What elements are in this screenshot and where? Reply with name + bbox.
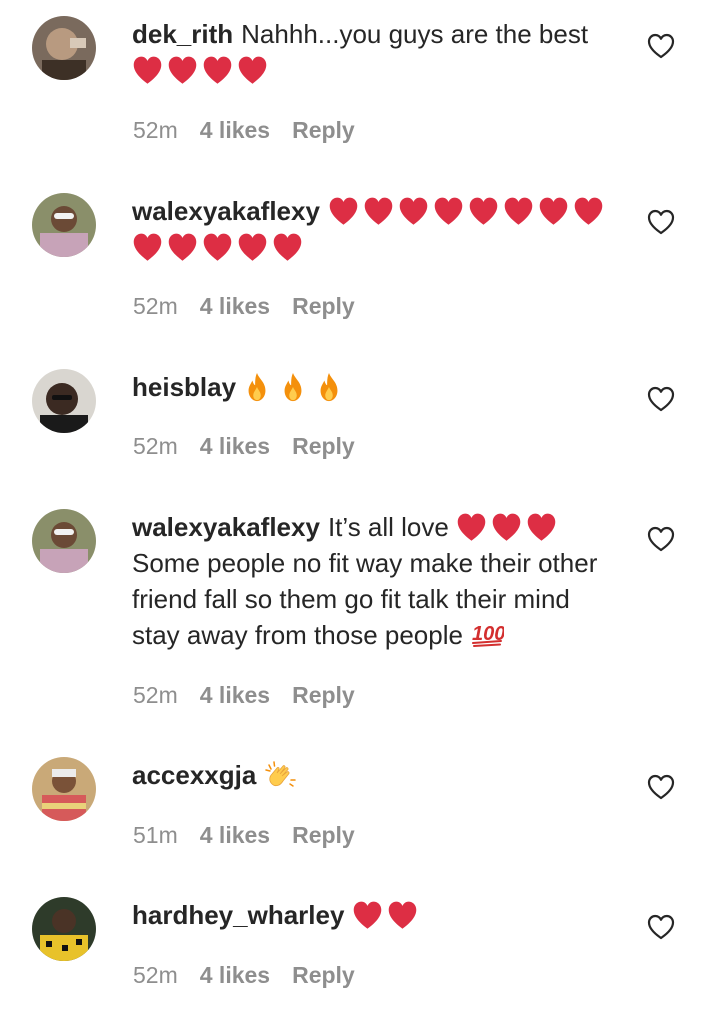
reply-button[interactable]: Reply: [292, 293, 355, 319]
heart-emoji-icon: [167, 55, 198, 85]
heart-emoji-icon: [237, 55, 268, 85]
comment-meta: 52m 4 likes Reply: [133, 116, 377, 144]
comment-likes[interactable]: 4 likes: [200, 433, 270, 459]
comment-meta: 52m 4 likes Reply: [133, 292, 377, 320]
comment-username[interactable]: heisblay: [132, 372, 236, 402]
profile-avatar-icon: [32, 369, 96, 433]
heart-emoji-icon: [456, 512, 487, 542]
comment-text-block: dek_rith Nahhh...you guys are the best: [132, 16, 622, 88]
comment-meta: 52m 4 likes Reply: [133, 681, 377, 709]
heart-emoji-icon: [573, 196, 604, 226]
hundred-points-emoji-icon: [470, 620, 504, 648]
heart-outline-icon[interactable]: [647, 33, 675, 59]
heart-emoji-icon: [352, 900, 383, 930]
avatar[interactable]: [32, 897, 96, 961]
fire-emoji-icon: [280, 372, 306, 402]
reply-button[interactable]: Reply: [292, 433, 355, 459]
heart-emoji-icon: [468, 196, 499, 226]
comment-username[interactable]: dek_rith: [132, 19, 233, 49]
comment-likes[interactable]: 4 likes: [200, 822, 270, 848]
heart-outline-icon[interactable]: [647, 774, 675, 800]
heart-emoji-icon: [433, 196, 464, 226]
profile-avatar-icon: [32, 509, 96, 573]
heart-emoji-icon: [272, 232, 303, 262]
heart-emoji-icon: [202, 232, 233, 262]
reply-button[interactable]: Reply: [292, 962, 355, 988]
profile-avatar-icon: [32, 897, 96, 961]
comment-text-block: hardhey_wharley: [132, 897, 622, 933]
comment-meta: 52m 4 likes Reply: [133, 432, 377, 460]
comment-time: 51m: [133, 822, 178, 848]
heart-outline-icon[interactable]: [647, 914, 675, 940]
avatar[interactable]: [32, 16, 96, 80]
comment-emoji: [132, 55, 272, 85]
reply-button[interactable]: Reply: [292, 822, 355, 848]
comment-username[interactable]: walexyakaflexy: [132, 196, 320, 226]
comment-username[interactable]: accexxgja: [132, 760, 256, 790]
heart-emoji-icon: [132, 55, 163, 85]
comment-time: 52m: [133, 293, 178, 319]
heart-emoji-icon: [538, 196, 569, 226]
comment-meta: 52m 4 likes Reply: [133, 961, 377, 989]
comment-username[interactable]: walexyakaflexy: [132, 512, 320, 542]
comment-likes[interactable]: 4 likes: [200, 682, 270, 708]
heart-emoji-icon: [132, 232, 163, 262]
comment-likes[interactable]: 4 likes: [200, 293, 270, 319]
heart-emoji-icon: [398, 196, 429, 226]
reply-button[interactable]: Reply: [292, 682, 355, 708]
comment-likes[interactable]: 4 likes: [200, 117, 270, 143]
comment-time: 52m: [133, 962, 178, 988]
comment-text: Nahhh...you guys are the best: [241, 19, 589, 49]
comment-text-block: walexyakaflexy: [132, 193, 622, 265]
comment-likes[interactable]: 4 likes: [200, 962, 270, 988]
fire-emoji-icon: [316, 372, 342, 402]
comment-text-block: walexyakaflexy It’s all love Some people …: [132, 509, 622, 653]
heart-emoji-icon: [328, 196, 359, 226]
profile-avatar-icon: [32, 757, 96, 821]
comment-emoji: [456, 512, 561, 542]
profile-avatar-icon: [32, 193, 96, 257]
heart-outline-icon[interactable]: [647, 526, 675, 552]
avatar[interactable]: [32, 757, 96, 821]
comment-username[interactable]: hardhey_wharley: [132, 900, 344, 930]
heart-outline-icon[interactable]: [647, 209, 675, 235]
profile-avatar-icon: [32, 16, 96, 80]
clapping-hands-emoji-icon: [264, 760, 296, 792]
heart-emoji-icon: [363, 196, 394, 226]
comment-text-block: heisblay: [132, 369, 622, 405]
comment-text: It’s all love: [327, 512, 449, 542]
comment-meta: 51m 4 likes Reply: [133, 821, 377, 849]
comment-emoji: [352, 900, 422, 930]
comment-time: 52m: [133, 682, 178, 708]
avatar[interactable]: [32, 193, 96, 257]
heart-emoji-icon: [237, 232, 268, 262]
reply-button[interactable]: Reply: [292, 117, 355, 143]
heart-emoji-icon: [503, 196, 534, 226]
heart-emoji-icon: [387, 900, 418, 930]
fire-emoji-icon: [244, 372, 270, 402]
comment-time: 52m: [133, 433, 178, 459]
avatar[interactable]: [32, 369, 96, 433]
heart-emoji-icon: [202, 55, 233, 85]
heart-emoji-icon: [526, 512, 557, 542]
comment-text: Some people no fit way make their other …: [132, 548, 598, 650]
comment-text-block: accexxgja: [132, 757, 622, 793]
comment-time: 52m: [133, 117, 178, 143]
heart-emoji-icon: [491, 512, 522, 542]
avatar[interactable]: [32, 509, 96, 573]
comment-emoji: [244, 372, 352, 402]
heart-outline-icon[interactable]: [647, 386, 675, 412]
heart-emoji-icon: [167, 232, 198, 262]
